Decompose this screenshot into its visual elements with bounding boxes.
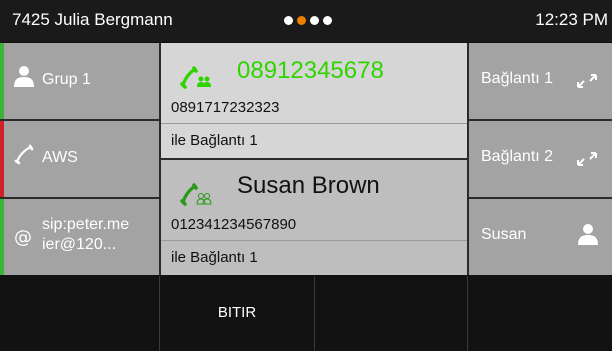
transfer-arrows-icon — [577, 74, 597, 88]
main-area: Grup 1 AWS @ sip:peter.me ier@120... 089… — [0, 43, 612, 275]
status-indicator-red — [0, 121, 4, 197]
page-dot — [284, 16, 293, 25]
function-key-label: Bağlantı 1 — [481, 70, 554, 87]
held-caller-number: 012341234567890 — [171, 216, 297, 233]
active-caller-number: 0891717232323 — [171, 99, 280, 116]
user-icon — [578, 224, 598, 245]
transfer-arrows-icon — [577, 152, 597, 166]
function-key-susan[interactable]: Susan — [469, 199, 612, 275]
page-dot — [323, 16, 332, 25]
function-key-baglanti-1[interactable]: Bağlantı 1 — [469, 43, 612, 119]
softkey-3[interactable] — [315, 276, 468, 351]
function-key-sip-peter[interactable]: @ sip:peter.me ier@120... — [0, 199, 159, 275]
softkey-1[interactable] — [0, 276, 160, 351]
page-dot — [310, 16, 319, 25]
status-indicator-green — [0, 43, 4, 119]
softkey-bar: BITIR — [0, 276, 612, 351]
function-key-label-line-2: ier@120... — [42, 236, 117, 253]
end-call-button[interactable]: BITIR — [160, 276, 315, 351]
function-key-grup-1[interactable]: Grup 1 — [0, 43, 159, 119]
softkey-4[interactable] — [468, 276, 612, 351]
function-key-label: AWS — [42, 149, 78, 166]
page-dot-active — [297, 16, 306, 25]
function-key-aws[interactable]: AWS — [0, 121, 159, 197]
function-key-label: Grup 1 — [42, 71, 91, 88]
function-key-label: Bağlantı 2 — [481, 148, 554, 165]
active-call-connection: ile Bağlantı 1 — [171, 132, 258, 149]
function-key-label: sip:peter.me ier@120... — [42, 215, 129, 255]
status-indicator-green — [0, 199, 4, 275]
softkey-label: BITIR — [217, 304, 257, 321]
active-call-phone-icon — [180, 66, 211, 89]
status-bar: 7425 Julia Bergmann 12:23 PM — [0, 0, 612, 42]
svg-text:@: @ — [14, 227, 32, 248]
held-call-panel[interactable]: Susan Brown 012341234567890 ile Bağlantı… — [161, 160, 467, 275]
held-caller-name: Susan Brown — [237, 172, 380, 199]
active-call-panel[interactable]: 08912345678 0891717232323 ile Bağlantı 1 — [161, 43, 467, 158]
active-caller-name: 08912345678 — [237, 57, 384, 84]
at-icon: @ — [14, 227, 32, 248]
function-key-baglanti-2[interactable]: Bağlantı 2 — [469, 121, 612, 197]
held-call-phone-icon — [180, 183, 212, 206]
clock: 12:23 PM — [535, 10, 608, 29]
user-identity: 7425 Julia Bergmann — [12, 10, 173, 29]
page-indicator — [284, 16, 332, 26]
divider — [161, 123, 467, 124]
divider — [161, 240, 467, 241]
phone-handset-icon — [14, 144, 34, 165]
user-icon — [14, 66, 34, 87]
function-key-label-line-1: sip:peter.me — [42, 216, 130, 233]
held-call-connection: ile Bağlantı 1 — [171, 249, 258, 266]
function-key-label: Susan — [481, 226, 527, 243]
